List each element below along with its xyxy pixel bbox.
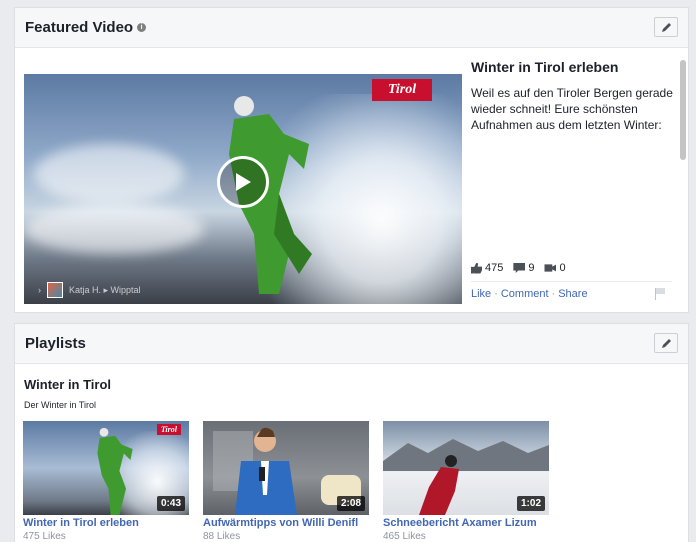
play-icon: [236, 173, 251, 191]
tirol-logo: Tirol: [156, 424, 181, 435]
share-count: 0: [544, 262, 566, 274]
info-icon[interactable]: i: [137, 23, 147, 32]
video-description: Weil es auf den Tiroler Bergen gerade wi…: [471, 86, 673, 132]
play-button[interactable]: [217, 156, 269, 208]
video-camera-icon: [544, 264, 557, 272]
playlists-title: Playlists: [25, 335, 86, 352]
playlist-video-likes: 465 Likes: [383, 531, 426, 542]
mountain-ridge: [383, 439, 549, 471]
video-stats: 475 9 0: [471, 262, 566, 274]
video-duration: 2:08: [336, 496, 365, 511]
thumbs-up-icon: [471, 262, 482, 274]
attribution-text: Katja H. ▸ Wipptal: [69, 284, 141, 295]
like-link[interactable]: Like: [471, 288, 491, 300]
skier-figure: [419, 455, 459, 515]
like-count-value: 475: [485, 262, 504, 274]
share-link[interactable]: Share: [558, 288, 587, 300]
edit-playlists-button[interactable]: [654, 333, 678, 353]
skier-figure: [97, 427, 133, 515]
video-actions: Like · Comment · Share: [471, 288, 588, 300]
pencil-icon: [661, 22, 671, 32]
video-info: Winter in Tirol erleben Weil es auf den …: [471, 59, 681, 133]
featured-video-title: Featured Video: [25, 19, 134, 36]
tirol-logo: Tirol: [372, 79, 432, 101]
chevron-right-icon: ›: [38, 285, 41, 295]
comment-icon: [513, 263, 526, 273]
playlist-description: Der Winter in Tirol: [24, 400, 97, 410]
separator: ·: [551, 288, 556, 300]
playlist-video-thumb[interactable]: 2:08: [203, 421, 369, 515]
video-attribution: › Katja H. ▸ Wipptal: [38, 282, 141, 298]
like-count: 475: [471, 262, 503, 274]
playlist-video-title[interactable]: Winter in Tirol erleben: [23, 517, 139, 529]
playlist-video-likes: 88 Likes: [203, 531, 241, 542]
video-duration: 0:43: [156, 496, 185, 511]
divider: [471, 281, 672, 282]
pencil-icon: [661, 338, 671, 348]
separator: ·: [494, 288, 498, 300]
playlists-header: Playlists: [15, 324, 688, 364]
cloud: [24, 204, 204, 254]
featured-video-player[interactable]: Tirol › Katja H. ▸ Wipptal: [24, 74, 462, 304]
share-count-value: 0: [559, 262, 566, 274]
comment-count: 9: [513, 262, 534, 274]
edit-featured-button[interactable]: [654, 17, 678, 37]
featured-video-header: Featured Video i: [15, 8, 688, 48]
playlist-video-likes: 475 Likes: [23, 531, 66, 542]
playlists-panel: Playlists Winter in Tirol Der Winter in …: [14, 323, 689, 542]
playlist-video-title[interactable]: Aufwärmtipps von Willi Denifl: [203, 517, 358, 529]
person-figure: [235, 427, 297, 515]
cloud: [34, 144, 184, 204]
flag-icon[interactable]: [655, 288, 666, 300]
comment-link[interactable]: Comment: [501, 288, 549, 300]
video-title[interactable]: Winter in Tirol erleben: [471, 59, 681, 75]
video-duration: 1:02: [516, 496, 545, 511]
playlist-video-thumb[interactable]: 1:02: [383, 421, 549, 515]
scrollbar[interactable]: [680, 60, 686, 160]
playlist-name[interactable]: Winter in Tirol: [24, 377, 111, 392]
avatar: [47, 282, 63, 298]
comment-count-value: 9: [528, 262, 535, 274]
playlist-video-thumb[interactable]: Tirol 0:43: [23, 421, 189, 515]
featured-video-panel: Featured Video i Tirol › Katja H. ▸ Wipp…: [14, 7, 689, 313]
playlist-video-title[interactable]: Schneebericht Axamer Lizum: [383, 517, 537, 529]
